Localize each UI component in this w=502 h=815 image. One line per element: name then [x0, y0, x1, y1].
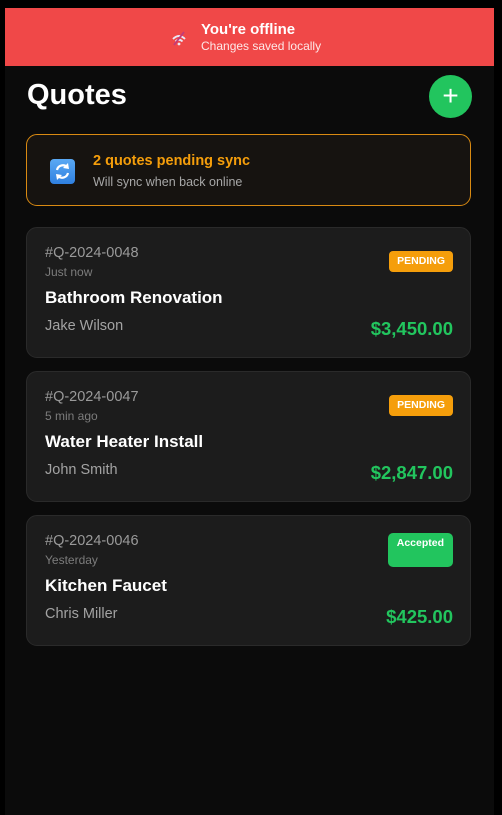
quote-card[interactable]: #Q-2024-0048 Just now PENDING Bathroom R… [26, 227, 471, 358]
quote-timestamp: 5 min ago [45, 409, 98, 423]
quote-card[interactable]: #Q-2024-0047 5 min ago PENDING Water Hea… [26, 371, 471, 502]
status-badge: Accepted [387, 533, 453, 567]
offline-banner: You're offline Changes saved locally [5, 8, 494, 66]
quote-timestamp: Yesterday [45, 553, 98, 567]
sync-icon [50, 159, 75, 184]
quote-client: Jake Wilson [45, 318, 124, 334]
quote-title: Water Heater Install [45, 432, 204, 451]
quote-amount: $3,450.00 [370, 318, 453, 339]
quote-title: Bathroom Renovation [45, 288, 223, 307]
quote-card[interactable]: #Q-2024-0046 Yesterday Accepted Kitchen … [26, 515, 471, 646]
quote-amount: $425.00 [386, 606, 453, 627]
quote-title: Kitchen Faucet [45, 576, 167, 595]
add-quote-button[interactable]: + [429, 75, 472, 118]
pending-sync-notice: 2 quotes pending sync Will sync when bac… [26, 134, 471, 206]
quote-amount: $2,847.00 [370, 462, 453, 483]
offline-subtitle: Changes saved locally [201, 39, 322, 53]
quote-client: Chris Miller [45, 606, 118, 622]
page-title: Quotes [27, 79, 127, 111]
wifi-off-icon [171, 30, 187, 46]
status-badge: PENDING [389, 395, 453, 416]
quote-id: #Q-2024-0048 [45, 245, 139, 261]
quote-id: #Q-2024-0046 [45, 533, 139, 549]
offline-title: You're offline [201, 21, 296, 38]
status-badge: PENDING [389, 251, 453, 272]
quote-id: #Q-2024-0047 [45, 389, 139, 405]
quote-timestamp: Just now [45, 265, 93, 279]
quote-client: John Smith [45, 462, 118, 478]
sync-subtitle: Will sync when back online [93, 175, 243, 189]
sync-title: 2 quotes pending sync [93, 153, 251, 169]
app-screen: You're offline Changes saved locally Quo… [5, 8, 494, 815]
